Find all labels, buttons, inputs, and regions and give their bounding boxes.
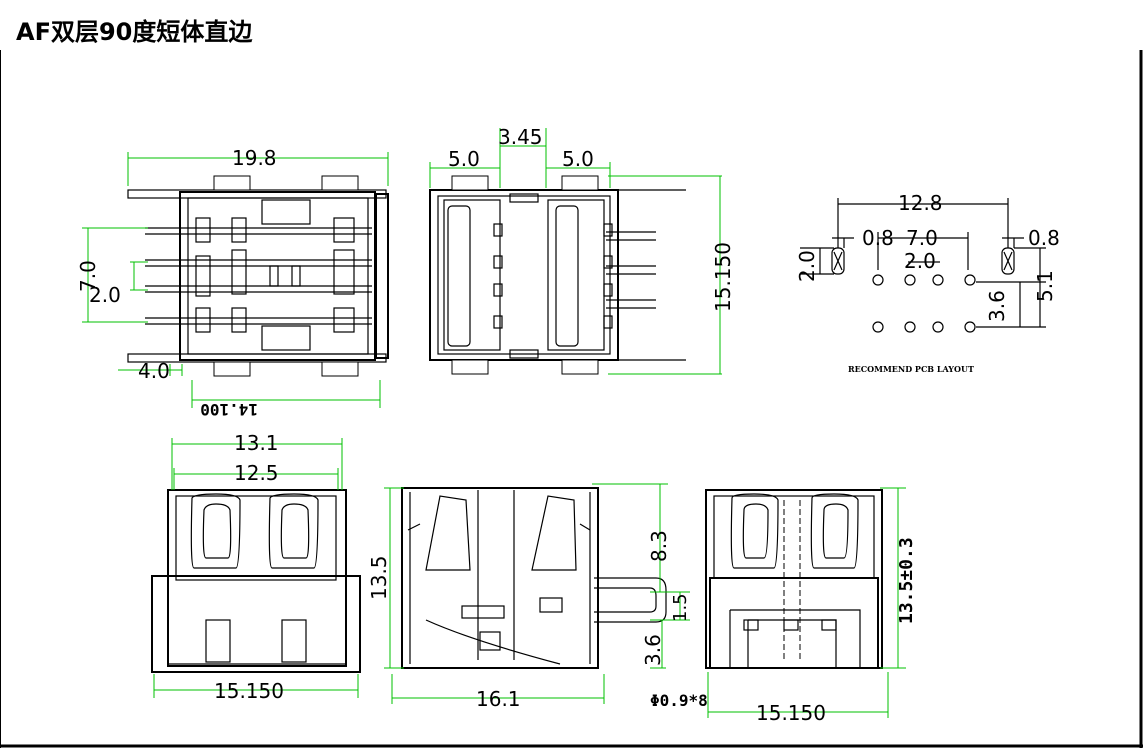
dim-pcb-right-slot: 0.8 xyxy=(1028,226,1060,250)
dim-bottom-width: 15.150 xyxy=(214,679,284,703)
dim-side-depth: 16.1 xyxy=(476,687,521,711)
dim-top-pin-spacing: 2.0 xyxy=(89,283,121,307)
dim-top-body-depth: 14.100 xyxy=(200,400,258,419)
dim-pcb-pin-pitch: 2.0 xyxy=(904,249,936,273)
technical-drawing: 19.8 7.0 2.0 4.0 14.100 5.0 3.45 5.0 15.… xyxy=(0,50,1143,748)
top-view xyxy=(82,152,389,408)
dim-top-width: 19.8 xyxy=(232,146,277,170)
dim-pcb-row-gap: 3.6 xyxy=(985,290,1009,322)
dim-pcb-left-slot: 0.8 xyxy=(862,226,894,250)
dim-side-pin: 3.6 xyxy=(641,634,665,666)
dim-front-center: 3.45 xyxy=(498,125,543,149)
dim-front-height: 15.150 xyxy=(711,242,735,312)
dim-top-offset: 4.0 xyxy=(138,359,170,383)
drawing-frame: AF双层90度短体直边 19.8 7.0 2.0 4.0 14.100 5.0 … xyxy=(0,0,1143,748)
rear-view xyxy=(705,487,906,718)
dim-side-height: 13.5 xyxy=(367,555,391,600)
dim-bottom-outer: 13.1 xyxy=(234,431,279,455)
side-view xyxy=(384,483,690,704)
pcb-layout-label: RECOMMEND PCB LAYOUT xyxy=(848,364,974,374)
dim-rear-height: 13.5±0.3 xyxy=(896,537,917,624)
dim-pin-hole: Φ0.9*8 xyxy=(650,691,708,710)
dim-bottom-inner: 12.5 xyxy=(234,461,279,485)
dim-front-right-gap: 5.0 xyxy=(562,147,594,171)
dim-rear-width: 15.150 xyxy=(756,701,826,725)
dim-pcb-height: 5.1 xyxy=(1033,270,1057,302)
dim-pcb-slot-h: 2.0 xyxy=(795,250,819,282)
dim-front-left-gap: 5.0 xyxy=(448,147,480,171)
dim-side-top: 8.3 xyxy=(647,530,671,562)
dim-pcb-span: 7.0 xyxy=(906,226,938,250)
dim-side-mid: 1.5 xyxy=(670,593,691,622)
dim-pcb-width: 12.8 xyxy=(898,191,943,215)
